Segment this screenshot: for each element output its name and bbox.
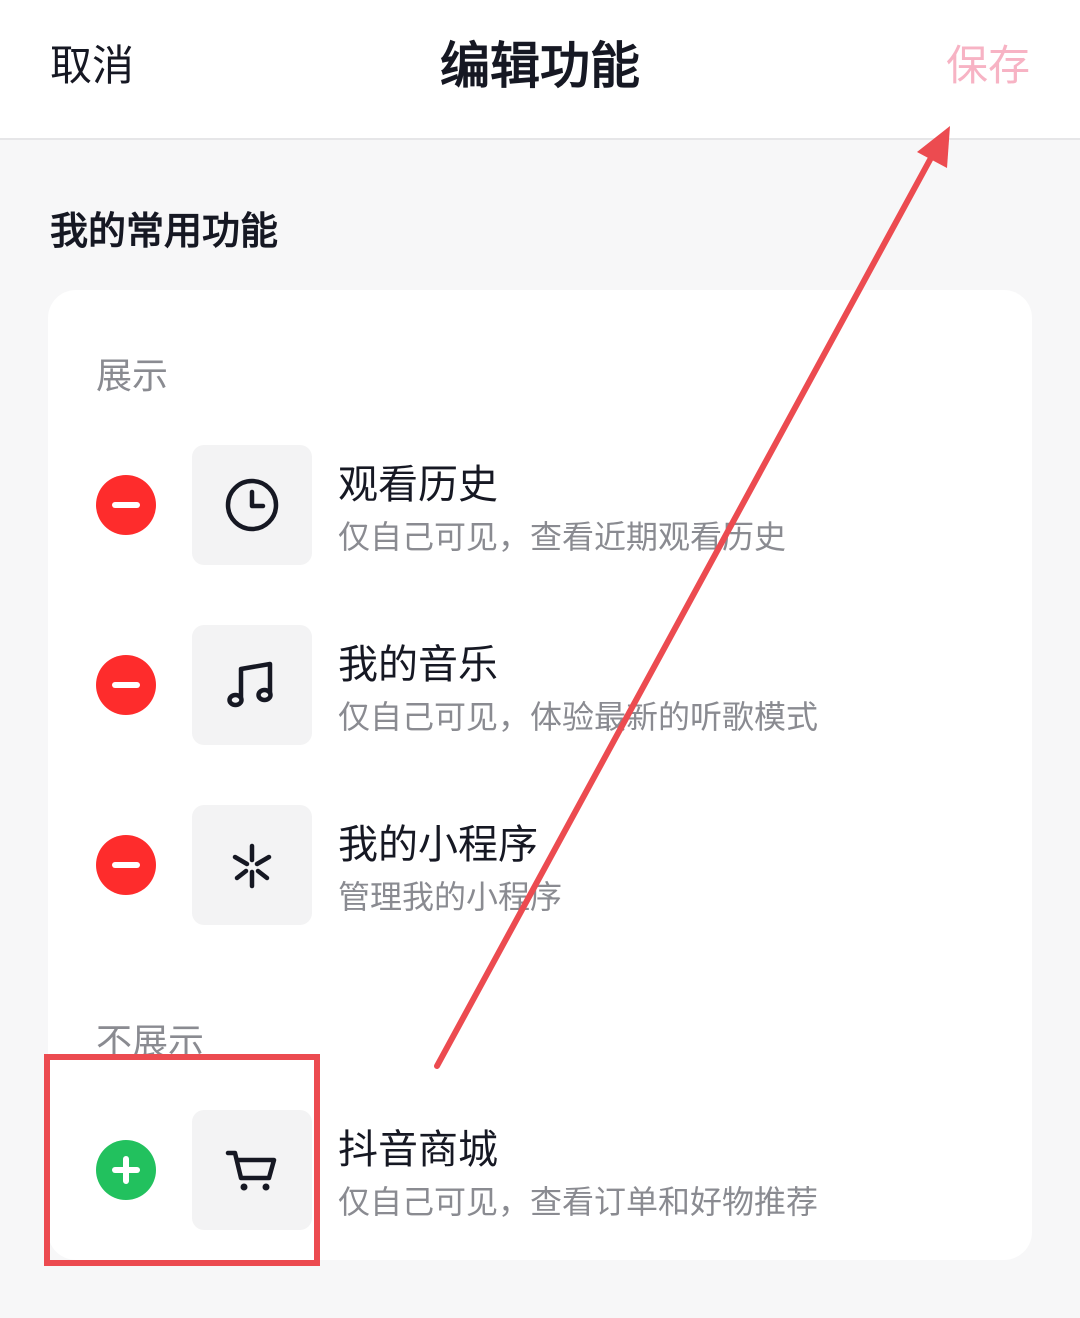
group-label-hidden: 不展示	[96, 1022, 205, 1063]
section-title: 我的常用功能	[50, 209, 279, 253]
item-title: 抖音商城	[338, 1127, 498, 1173]
header-bar: 取消 编辑功能 保存	[0, 0, 1080, 140]
list-item: 我的音乐 仅自己可见，体验最新的听歌模式	[48, 625, 1032, 745]
minus-icon	[112, 682, 140, 688]
list-item: 观看历史 仅自己可见，查看近期观看历史	[48, 445, 1032, 565]
clock-icon	[192, 445, 312, 565]
item-description: 仅自己可见，体验最新的听歌模式	[338, 698, 819, 736]
item-description: 仅自己可见，查看订单和好物推荐	[338, 1183, 819, 1221]
item-description: 仅自己可见，查看近期观看历史	[338, 518, 787, 556]
item-title: 我的小程序	[338, 822, 538, 868]
remove-button[interactable]	[96, 835, 156, 895]
music-note-icon	[192, 625, 312, 745]
add-button[interactable]	[96, 1140, 156, 1200]
item-description: 管理我的小程序	[338, 878, 563, 916]
shopping-cart-icon	[192, 1110, 312, 1230]
functions-card: 展示 观看历史 仅自己可见，查看近期观看历史 我的音乐 仅自己可见，体验最新的听…	[48, 290, 1032, 1260]
page-title: 编辑功能	[440, 37, 640, 95]
item-title: 我的音乐	[338, 642, 498, 688]
minus-icon	[112, 862, 140, 868]
remove-button[interactable]	[96, 655, 156, 715]
list-item: 我的小程序 管理我的小程序	[48, 805, 1032, 925]
minus-icon	[112, 502, 140, 508]
list-item: 抖音商城 仅自己可见，查看订单和好物推荐	[48, 1110, 1032, 1230]
edit-functions-page: 取消 编辑功能 保存 我的常用功能 展示 观看历史 仅自己可见，查看近期观看历史	[0, 0, 1080, 1318]
mini-program-icon	[192, 805, 312, 925]
remove-button[interactable]	[96, 475, 156, 535]
save-button[interactable]: 保存	[946, 38, 1030, 94]
group-label-shown: 展示	[96, 356, 169, 397]
item-title: 观看历史	[338, 462, 498, 508]
